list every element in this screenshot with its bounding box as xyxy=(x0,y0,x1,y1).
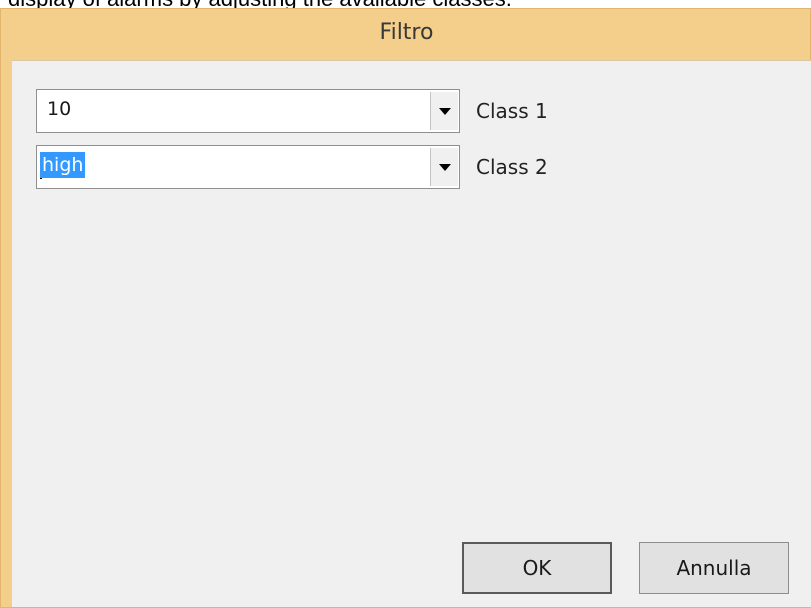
filter-dialog: Filtro 10 Class 1 high Class 2 OK Annull… xyxy=(0,8,811,608)
class-2-label: Class 2 xyxy=(476,155,548,179)
class-2-combobox[interactable]: high xyxy=(36,145,460,189)
dialog-title: Filtro xyxy=(379,20,434,45)
class-2-value: high xyxy=(40,152,86,178)
class-1-combobox[interactable]: 10 xyxy=(36,89,460,133)
chevron-down-icon xyxy=(438,163,451,171)
chevron-down-icon xyxy=(438,107,451,115)
class-1-label: Class 1 xyxy=(476,99,548,123)
cancel-button[interactable]: Annulla xyxy=(639,542,789,594)
class-1-dropdown-button[interactable] xyxy=(430,92,458,130)
dialog-body: 10 Class 1 high Class 2 OK Annulla xyxy=(12,60,811,607)
ok-button[interactable]: OK xyxy=(462,542,612,594)
class-2-dropdown-button[interactable] xyxy=(430,148,458,186)
class-1-value: 10 xyxy=(47,98,72,120)
